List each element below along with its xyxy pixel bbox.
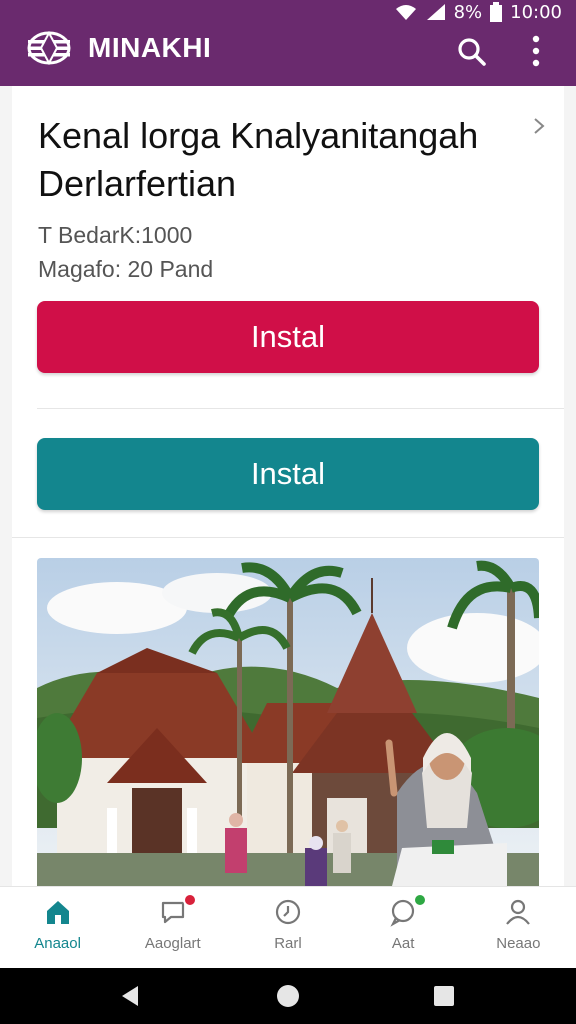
bottom-navigation: Anaaol Aaoglart Rarl Aat Neaao	[0, 886, 576, 968]
search-icon[interactable]	[456, 36, 488, 68]
nav-label: Aat	[391, 935, 415, 952]
wifi-icon	[395, 5, 416, 20]
back-icon[interactable]	[118, 984, 142, 1008]
brand-logo-icon	[27, 30, 71, 66]
content-card: Kenal lorga Knalyanitangah Derlarfertian…	[12, 86, 564, 886]
nav-item-clock[interactable]: Rarl	[230, 887, 345, 969]
app-title: MINAKHI	[88, 32, 212, 63]
nav-item-messages[interactable]: Aat	[346, 887, 461, 969]
clock-icon	[275, 899, 301, 925]
home-button-icon[interactable]	[275, 983, 301, 1009]
nav-item-chat[interactable]: Aaoglart	[115, 887, 230, 969]
card-meta-line-1: T BedarK:1000	[38, 222, 193, 248]
card-meta-line-2: Magafo: 20 Pand	[38, 256, 214, 282]
nav-item-home[interactable]: Anaaol	[0, 887, 115, 969]
notification-badge	[182, 893, 197, 907]
nav-label: Aaoglart	[144, 935, 201, 952]
top-app-bar: 8% 10:00 MINAKHI	[0, 0, 576, 86]
signal-icon	[426, 4, 445, 20]
install-button-secondary[interactable]: Instal	[37, 438, 539, 510]
battery-percent: 8%	[453, 1, 483, 23]
profile-icon	[506, 899, 531, 925]
nav-label: Anaaol	[34, 935, 81, 952]
temple-scene-image	[37, 558, 539, 886]
recent-apps-icon[interactable]	[433, 985, 455, 1007]
notification-badge	[413, 893, 428, 907]
divider	[12, 537, 564, 538]
clock-time: 10:00	[510, 1, 562, 23]
chevron-right-icon[interactable]	[530, 116, 548, 136]
card-title[interactable]: Kenal lorga Knalyanitangah Derlarfertian	[38, 112, 508, 208]
status-bar: 8% 10:00	[394, 0, 562, 24]
nav-label: Rarl	[274, 935, 302, 952]
nav-item-profile[interactable]: Neaao	[461, 887, 576, 969]
battery-icon	[490, 2, 503, 22]
featured-photo[interactable]	[37, 558, 539, 886]
nav-label: Neaao	[496, 935, 541, 952]
system-navigation-bar	[0, 968, 576, 1024]
app-screen: 8% 10:00 MINAKHI Kenal lorga Knalyanitan…	[0, 0, 576, 1024]
home-icon	[46, 901, 69, 924]
install-button-primary[interactable]: Instal	[37, 301, 539, 373]
more-options-icon[interactable]	[524, 34, 548, 68]
divider	[37, 408, 564, 409]
app-bar: MINAKHI	[0, 22, 576, 78]
